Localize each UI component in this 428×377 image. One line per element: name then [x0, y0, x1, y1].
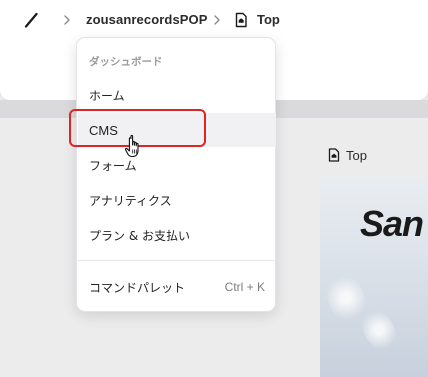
menu-item-forms[interactable]: フォーム: [78, 148, 276, 182]
hand-pointer-cursor-icon: [124, 134, 139, 158]
preview-hero-text: San: [360, 203, 424, 244]
menu-divider: [78, 260, 276, 261]
home-page-icon: [328, 148, 340, 162]
page-preview-label[interactable]: Top: [328, 146, 367, 164]
chevron-right-icon: [214, 15, 220, 25]
page-preview-name: Top: [346, 147, 367, 163]
menu-item-command-palette[interactable]: コマンドパレット Ctrl + K: [78, 270, 276, 304]
page-preview-thumbnail[interactable]: San: [320, 177, 428, 377]
menu-item-analytics[interactable]: アナリティクス: [78, 183, 276, 217]
site-menu-dropdown: ダッシュボード ホーム CMS フォーム アナリティクス プラン & お支払い …: [76, 37, 276, 312]
breadcrumb-site[interactable]: zousanrecordsPOP: [86, 12, 208, 27]
menu-item-cms[interactable]: CMS: [78, 113, 276, 147]
breadcrumb-page[interactable]: Top: [257, 12, 280, 27]
command-palette-label: コマンドパレット: [89, 280, 186, 295]
menu-header-dashboard: ダッシュボード: [89, 56, 163, 68]
breadcrumb: zousanrecordsPOP Top: [0, 0, 428, 40]
home-page-icon: [235, 12, 247, 28]
chevron-right-icon: [64, 15, 70, 25]
menu-item-home[interactable]: ホーム: [78, 78, 276, 112]
menu-item-plan-billing[interactable]: プラン & お支払い: [78, 218, 276, 252]
keyboard-shortcut: Ctrl + K: [224, 280, 265, 294]
slash-icon[interactable]: [24, 12, 38, 28]
